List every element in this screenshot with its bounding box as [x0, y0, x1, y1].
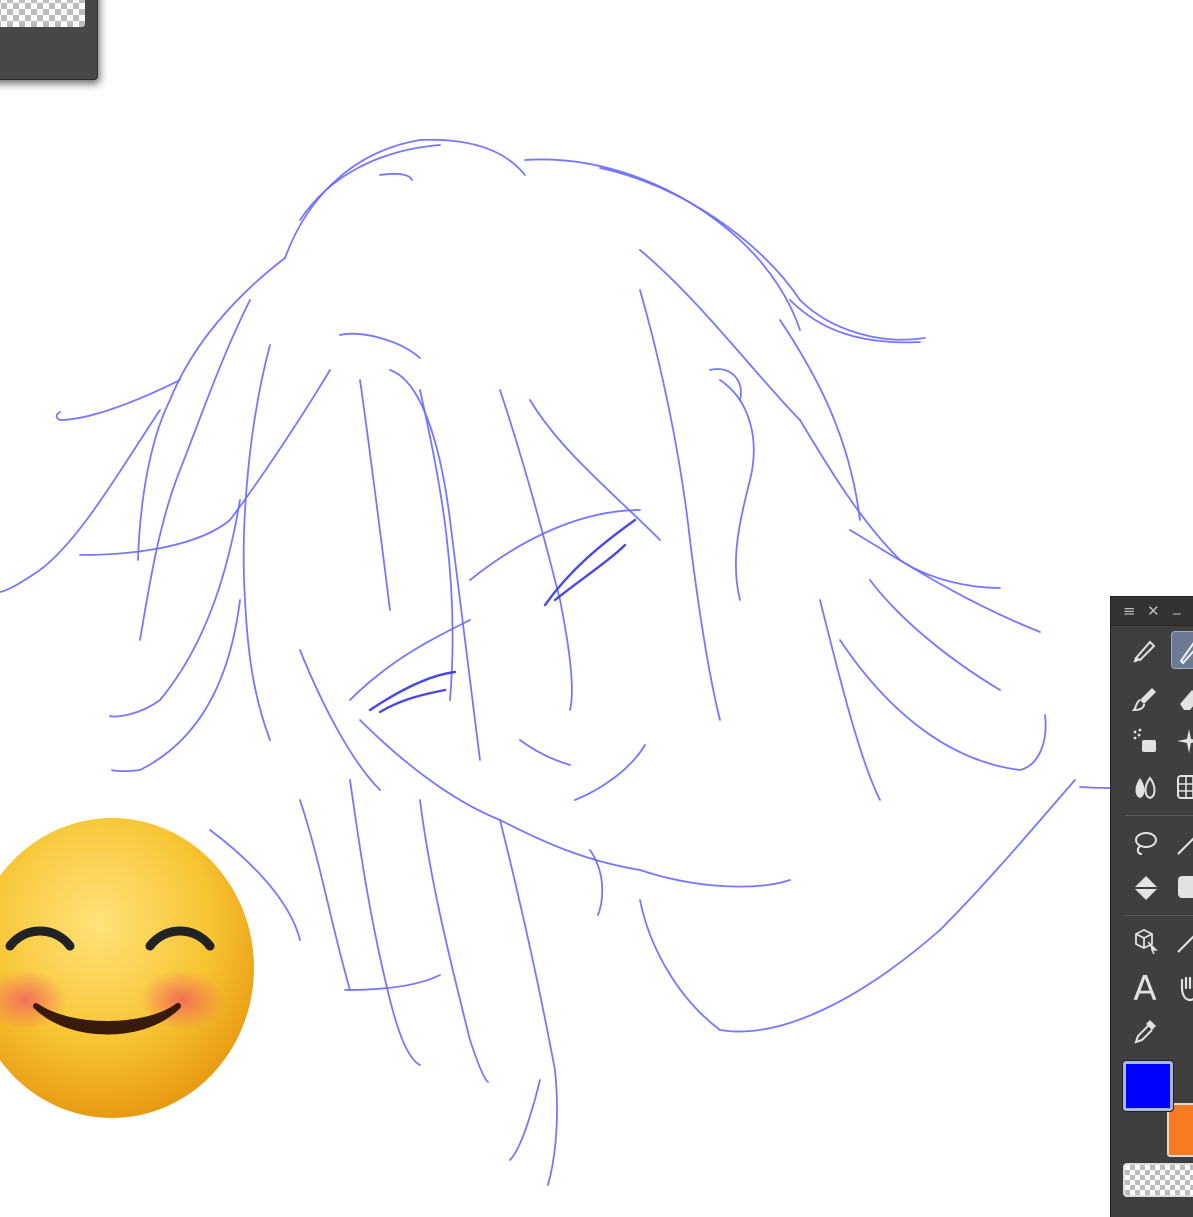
blend-icon [1135, 776, 1156, 800]
line-icon [1177, 935, 1193, 953]
airbrush-tool-button[interactable] [1127, 723, 1163, 759]
text-icon: A [1133, 969, 1157, 1009]
text-tool-button[interactable]: A [1127, 971, 1163, 1007]
grid-tool-button[interactable] [1171, 769, 1193, 805]
tool-palette[interactable]: ≡ ✕ _ A [1110, 596, 1193, 1217]
pen-icon [1179, 642, 1193, 665]
eyedropper-tool-button[interactable] [1127, 1013, 1163, 1049]
sparkle-icon [1177, 729, 1193, 753]
blend-tool-button[interactable] [1127, 769, 1163, 805]
main-color-swatch[interactable] [1123, 1061, 1173, 1111]
palette-separator [1125, 815, 1193, 816]
gradient-tool-button[interactable] [1171, 869, 1193, 905]
object-tool-button[interactable] [1127, 923, 1163, 959]
transparent-preview [0, 0, 85, 27]
brush-tool-button[interactable] [1127, 681, 1163, 717]
grid-icon [1177, 775, 1193, 799]
hand-tool-button[interactable] [1171, 971, 1193, 1007]
palette-close-icon[interactable]: ✕ [1147, 597, 1160, 625]
fill-tool-button[interactable] [1127, 869, 1163, 905]
pencil-icon [1133, 640, 1156, 663]
sub-color-swatch[interactable] [1167, 1103, 1193, 1157]
pen-tool-button[interactable] [1171, 631, 1193, 669]
hand-icon [1180, 976, 1193, 1002]
eraser-tool-button[interactable] [1171, 681, 1193, 717]
magic-wand-icon [1177, 837, 1193, 855]
lasso-tool-button[interactable] [1127, 825, 1163, 861]
palette-menu-icon[interactable]: ≡ [1123, 597, 1136, 625]
layer-preview-panel[interactable] [0, 0, 98, 80]
brush-icon [1131, 688, 1156, 712]
eyedropper-icon [1134, 1020, 1156, 1044]
palette-minimize-icon[interactable]: _ [1173, 592, 1181, 620]
gradient-icon [1178, 876, 1193, 898]
pencil-tool-button[interactable] [1127, 631, 1163, 667]
magic-wand-tool-button[interactable] [1171, 825, 1193, 861]
eraser-icon [1180, 690, 1193, 710]
fill-bucket-icon [1134, 876, 1158, 900]
airbrush-icon [1133, 728, 1156, 752]
palette-separator [1125, 915, 1193, 916]
sparkle-tool-button[interactable] [1171, 723, 1193, 759]
transparent-color-swatch[interactable] [1123, 1163, 1193, 1197]
smiling-face-emoji-icon [0, 818, 254, 1118]
lasso-icon [1135, 832, 1157, 855]
line-tool-button[interactable] [1171, 923, 1193, 959]
body-stroke [1079, 786, 1111, 789]
palette-header: ≡ ✕ _ [1111, 597, 1193, 626]
object-select-icon [1135, 928, 1158, 955]
